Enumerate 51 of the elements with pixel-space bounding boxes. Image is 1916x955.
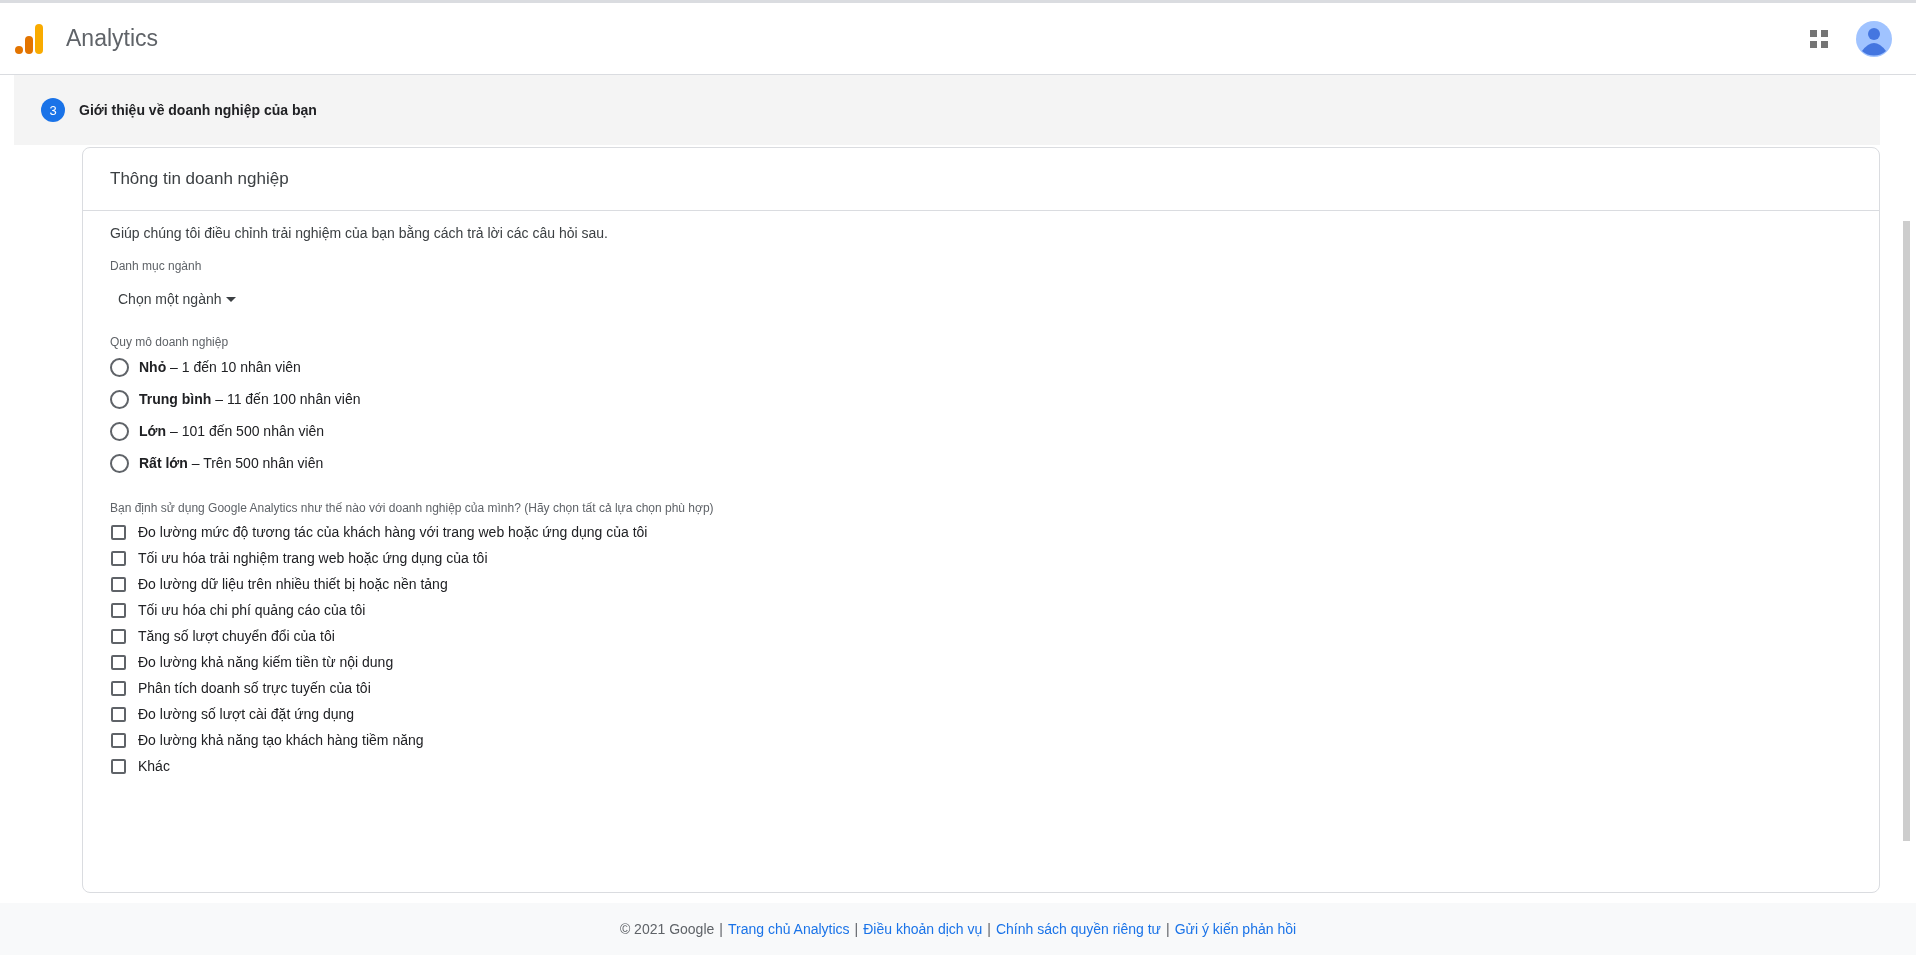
footer-link[interactable]: Trang chủ Analytics (727, 921, 850, 937)
radio-label: Nhỏ – 1 đến 10 nhân viên (139, 359, 301, 375)
separator-text: | (719, 921, 723, 937)
checkbox-label: Đo lường số lượt cài đặt ứng dụng (138, 706, 355, 722)
intro-text: Giúp chúng tôi điều chỉnh trải nghiệm của bạn bằng cách trả lời các câu hỏi sau. (110, 225, 608, 241)
checkbox-label: Đo lường khả năng tạo khách hàng tiềm năng (138, 732, 424, 748)
separator-text: | (987, 921, 991, 937)
separator-text: | (854, 921, 859, 937)
caret-icon (225, 296, 236, 302)
checkbox[interactable] (111, 576, 126, 592)
checkbox-label: Tăng số lượt chuyển đổi của tôi (138, 628, 335, 644)
separator-text: | (1166, 921, 1170, 937)
step-number: 3 (41, 98, 65, 122)
footer-link[interactable]: Điều khoản dịch vụ (863, 921, 983, 937)
checkbox-label: Đo lường mức độ tương tác của khách hàng với trang web hoặc ứng dụng của tôi (138, 524, 648, 540)
radio-label: Trung bình – 11 đến 100 nhân viên (139, 391, 361, 407)
radio-label: Rất lớn – Trên 500 nhân viên (139, 455, 324, 471)
step-title: Giới thiệu về doanh nghiệp của bạn (79, 102, 317, 118)
size-label: Quy mô doanh nghiệp (110, 335, 229, 349)
apps-grid-icon[interactable] (1810, 29, 1828, 48)
industry-label: Danh mục ngành (110, 259, 202, 273)
checkbox[interactable] (111, 628, 126, 644)
footer-link[interactable]: Gửi ý kiến phản hồi (1174, 921, 1297, 937)
scrollbar-thumb[interactable] (1903, 221, 1910, 841)
checkbox[interactable] (111, 758, 126, 774)
radio-button[interactable] (110, 453, 129, 473)
checkbox-label: Đo lường khả năng kiếm tiền từ nội dung (138, 654, 394, 670)
checkbox-label: Tối ưu hóa trải nghiệm trang web hoặc ứng dụng của tôi (138, 550, 488, 566)
footer-link[interactable]: Chính sách quyền riêng tư (995, 921, 1161, 937)
radio-button[interactable] (110, 421, 129, 441)
analytics-logo (14, 22, 44, 55)
checkbox[interactable] (111, 550, 126, 566)
industry-dropdown[interactable]: Chọn một ngành (110, 283, 244, 315)
checkbox[interactable] (111, 732, 126, 748)
checkbox[interactable] (111, 654, 126, 670)
avatar-icon[interactable] (1856, 20, 1892, 57)
checkbox[interactable] (111, 706, 126, 722)
card-title: Thông tin doanh nghiệp (110, 169, 289, 189)
checkbox-label: Tối ưu hóa chi phí quảng cáo của tôi (138, 602, 366, 618)
checkbox-label: Khác (138, 758, 170, 774)
checkbox-label: Phân tích doanh số trực tuyến của tôi (138, 680, 371, 696)
checkbox[interactable] (111, 680, 126, 696)
app-name: Analytics (66, 25, 159, 52)
checkbox[interactable] (111, 524, 126, 540)
copyright-text: © 2021 Google (619, 921, 715, 937)
radio-button[interactable] (110, 389, 129, 409)
checkbox[interactable] (111, 602, 126, 618)
radio-button[interactable] (110, 357, 129, 377)
usage-question: Bạn định sử dụng Google Analytics như thế nào với doanh nghiệp của mình? (Hãy chọn tất cả lựa chọn phù hợp) (110, 501, 714, 515)
radio-label: Lớn – 101 đến 500 nhân viên (139, 423, 325, 439)
checkbox-label: Đo lường dữ liệu trên nhiều thiết bị hoặc nền tảng (138, 576, 448, 592)
